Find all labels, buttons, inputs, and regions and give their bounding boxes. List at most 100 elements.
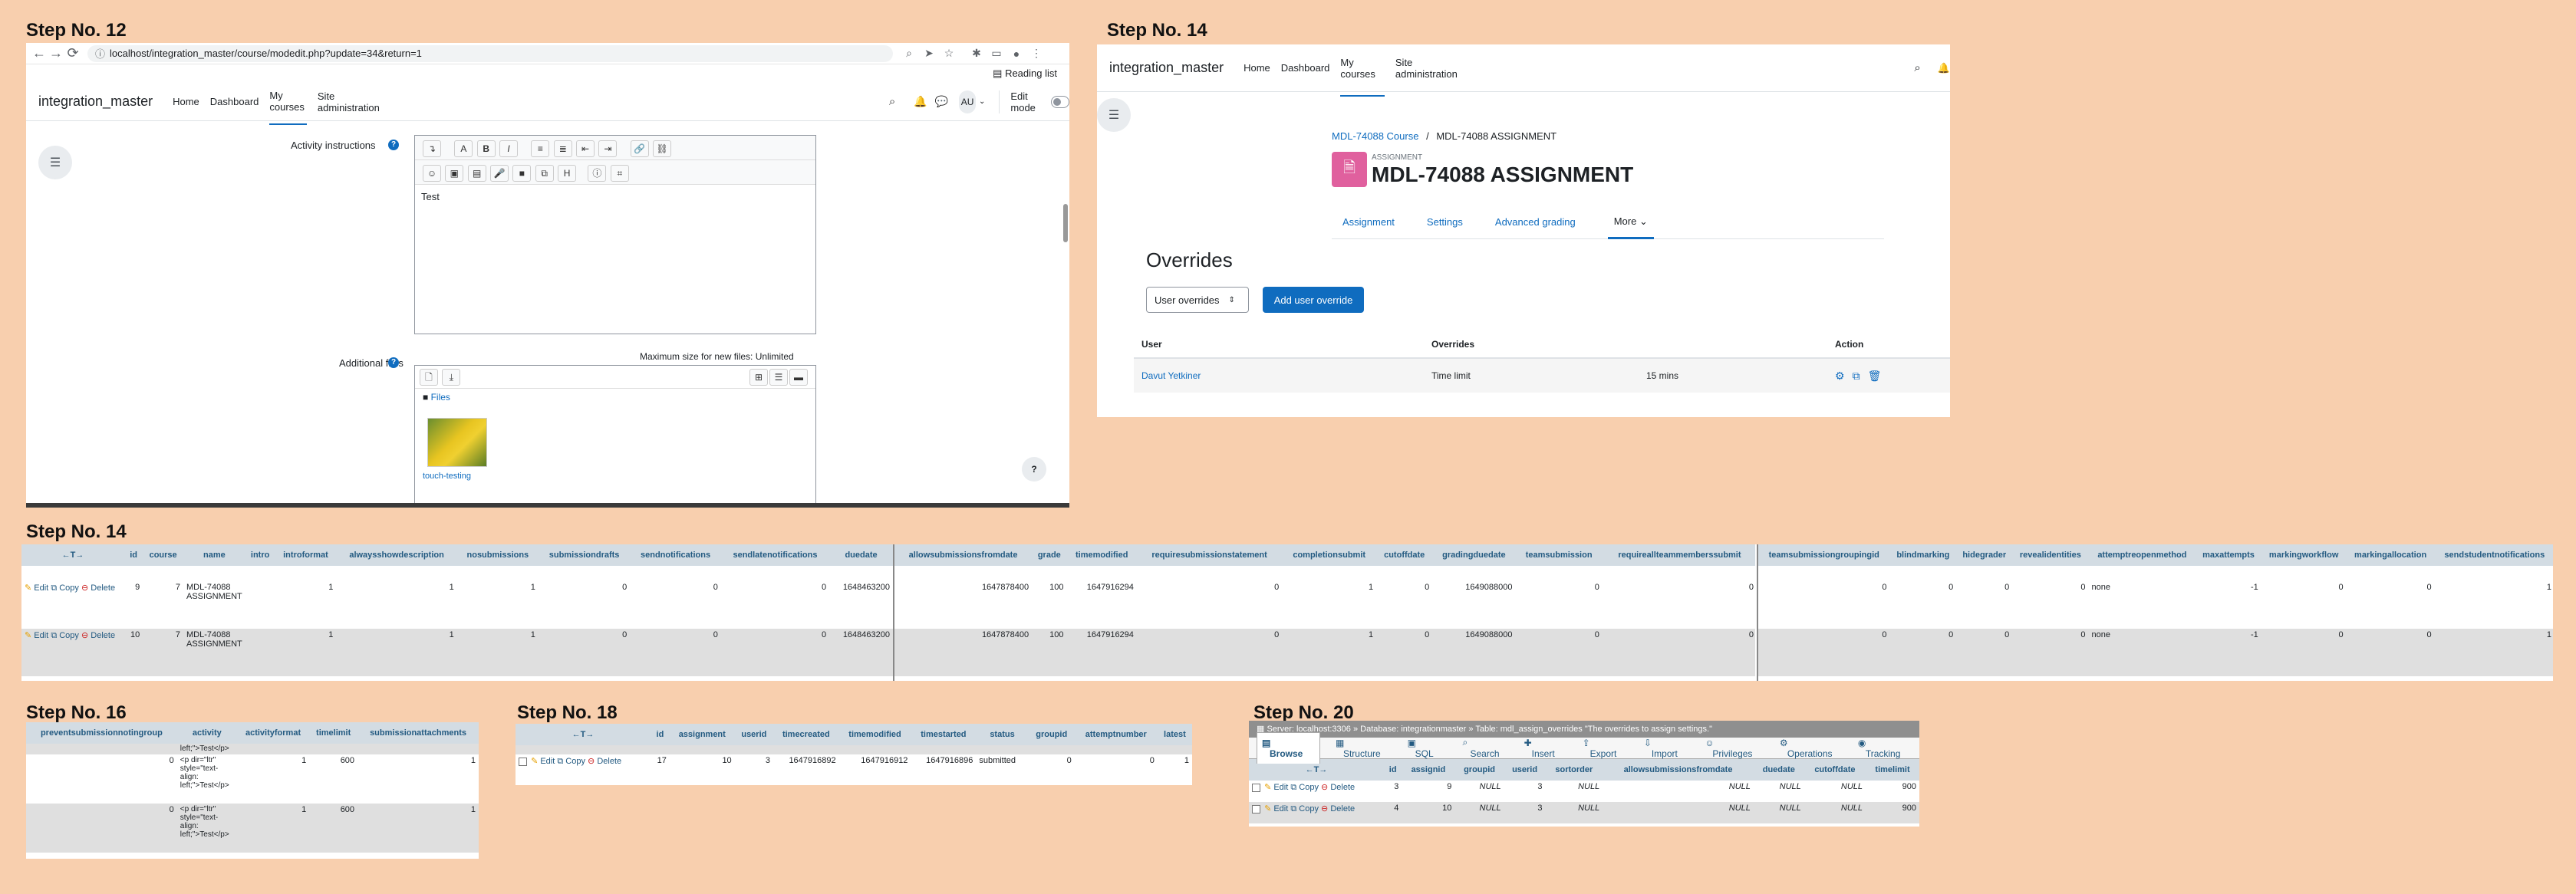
tab-import[interactable]: ⇩ Import [1644,738,1690,759]
view-icons-icon[interactable]: ⊞ [749,369,768,386]
search-icon[interactable]: ⌕ [889,95,895,108]
view-list-icon[interactable]: ☰ [769,369,788,386]
italic-icon[interactable]: I [499,140,519,157]
nav-home-2[interactable]: Home [1244,62,1270,74]
copy-icon[interactable]: ⧉ [1290,804,1296,813]
override-type-select[interactable]: User overrides ⇕ [1146,287,1249,313]
editor-content[interactable]: Test [415,185,815,209]
record-audio-icon[interactable]: 🎤 [490,165,509,182]
accessibility-icon[interactable]: ⓘ [588,165,607,182]
delete-trash-icon[interactable]: 🗑 [1868,370,1882,383]
edit-icon[interactable]: ✎ [1264,804,1271,813]
tab-settings[interactable]: Settings [1427,216,1463,228]
emoji-icon[interactable]: ☺ [423,165,441,182]
nav-home[interactable]: Home [173,96,199,107]
delete-icon[interactable]: ⊖ [588,757,595,766]
h5p-icon[interactable]: H [558,165,577,182]
scrollbar-thumb[interactable] [1063,204,1068,242]
share-icon[interactable]: ➤ [919,47,939,60]
edit-icon[interactable]: ✎ [531,757,538,766]
profile-icon[interactable]: ● [1006,48,1026,60]
copy-icon[interactable]: ⧉ [1290,783,1296,792]
delete-icon[interactable]: ⊖ [1321,804,1328,813]
notification-bell-icon[interactable]: 🔔 [914,95,927,108]
edit-icon[interactable]: ✎ [1264,783,1271,792]
duplicate-icon[interactable]: ⧉ [1853,370,1860,383]
nav-my-courses-2[interactable]: My courses [1340,44,1385,97]
add-file-icon[interactable]: 🗋 [420,369,438,386]
media-icon[interactable]: ▤ [467,165,486,182]
chevron-down-icon[interactable]: ⌄ [979,97,985,106]
tab-export[interactable]: ⇪ Export [1583,738,1629,759]
ordered-list-icon[interactable]: ≣ [553,140,572,157]
collapse-icon[interactable]: ↴ [423,140,441,157]
outdent-icon[interactable]: ⇤ [576,140,595,157]
override-user-link[interactable]: Davut Yetkiner [1141,370,1431,381]
edit-icon[interactable]: ✎ [25,631,31,640]
tab-more[interactable]: More ⌄ [1607,205,1654,239]
file-thumbnail[interactable] [427,418,487,467]
reading-list[interactable]: ▤ Reading list [993,67,1057,80]
unordered-list-icon[interactable]: ≡ [531,140,550,157]
edit-icon[interactable]: ✎ [25,583,31,593]
nav-site-admin-2[interactable]: Site administration [1395,57,1467,80]
nav-dashboard[interactable]: Dashboard [210,96,259,107]
nav-dashboard-2[interactable]: Dashboard [1281,62,1330,74]
nav-my-courses[interactable]: My courses [269,90,307,125]
notification-bell-icon-2[interactable]: 🔔 [1938,62,1950,74]
unlink-icon[interactable]: ⛓ [653,140,672,157]
extensions-icon[interactable]: ✱ [967,47,987,60]
copy-icon[interactable]: ⧉ [557,757,563,766]
view-tree-icon[interactable]: ▬ [789,369,808,386]
manage-files-icon[interactable]: ⧉ [535,165,554,182]
delete-icon[interactable]: ⊖ [81,583,88,593]
activity-instructions-editor[interactable]: ↴ A B I ≡ ≣ ⇤ ⇥ 🔗 ⛓ ☺ ▣ ▤ 🎤 ■ ⧉ H ⓘ ⌗ Te… [414,135,816,334]
nav-site-admin[interactable]: Site administration [318,90,380,113]
edit-mode-toggle[interactable] [1051,95,1069,108]
tab-structure[interactable]: ▦ Structure [1336,738,1392,759]
row-checkbox[interactable] [1252,783,1260,792]
back-icon[interactable]: ← [31,45,48,61]
reload-icon[interactable]: ⟳ [64,45,81,61]
row-checkbox[interactable] [1252,804,1260,813]
menu-kebab-icon[interactable]: ⋮ [1026,47,1046,60]
copy-icon[interactable]: ⧉ [51,631,57,640]
avatar[interactable]: AU [959,90,976,113]
copy-icon[interactable]: ⧉ [51,583,57,593]
files-breadcrumb[interactable]: ■ Files [415,389,815,406]
image-icon[interactable]: ▣ [445,165,464,182]
tab-browse[interactable]: ▤ Browse [1257,732,1320,764]
info-icon[interactable]: ⓘ [95,46,105,61]
help-icon[interactable]: ? [388,140,399,150]
sidebar-icon[interactable]: ▭ [987,47,1006,60]
tab-operations[interactable]: ⚙ Operations [1780,738,1843,759]
bookmark-star-icon[interactable]: ☆ [939,47,959,60]
download-icon[interactable]: ⤓ [442,369,461,386]
tab-privileges[interactable]: ☺ Privileges [1705,738,1764,759]
indent-icon[interactable]: ⇥ [598,140,618,157]
font-size-icon[interactable]: A [454,140,473,157]
breadcrumb-course[interactable]: MDL-74088 Course [1332,130,1418,142]
drawer-toggle-icon-2[interactable]: ☰ [1097,98,1131,132]
link-icon[interactable]: 🔗 [630,140,649,157]
tab-assignment[interactable]: Assignment [1342,216,1395,228]
site-brand-2[interactable]: integration_master [1097,60,1224,76]
site-brand[interactable]: integration_master [26,94,153,110]
tab-tracking[interactable]: ◉ Tracking [1858,738,1912,759]
record-video-icon[interactable]: ■ [512,165,532,182]
help-icon-files[interactable]: ? [388,357,399,368]
html-icon[interactable]: ⌗ [610,165,629,182]
tab-search[interactable]: ⌕ Search [1462,737,1508,759]
url-bar[interactable]: ⓘ localhost/integration_master/course/mo… [87,44,893,62]
help-footer-icon[interactable]: ? [1022,457,1046,482]
horizontal-scrollbar[interactable] [26,503,1069,508]
search-icon-2[interactable]: ⌕ [1914,61,1920,74]
edit-gear-icon[interactable]: ⚙ [1835,370,1845,383]
forward-icon[interactable]: → [48,45,64,61]
message-icon[interactable]: 💬 [935,95,948,108]
delete-icon[interactable]: ⊖ [1321,783,1328,792]
delete-icon[interactable]: ⊖ [81,631,88,640]
tab-advanced-grading[interactable]: Advanced grading [1495,216,1576,228]
row-checkbox[interactable] [519,757,527,766]
drawer-toggle-icon[interactable]: ☰ [38,146,72,179]
